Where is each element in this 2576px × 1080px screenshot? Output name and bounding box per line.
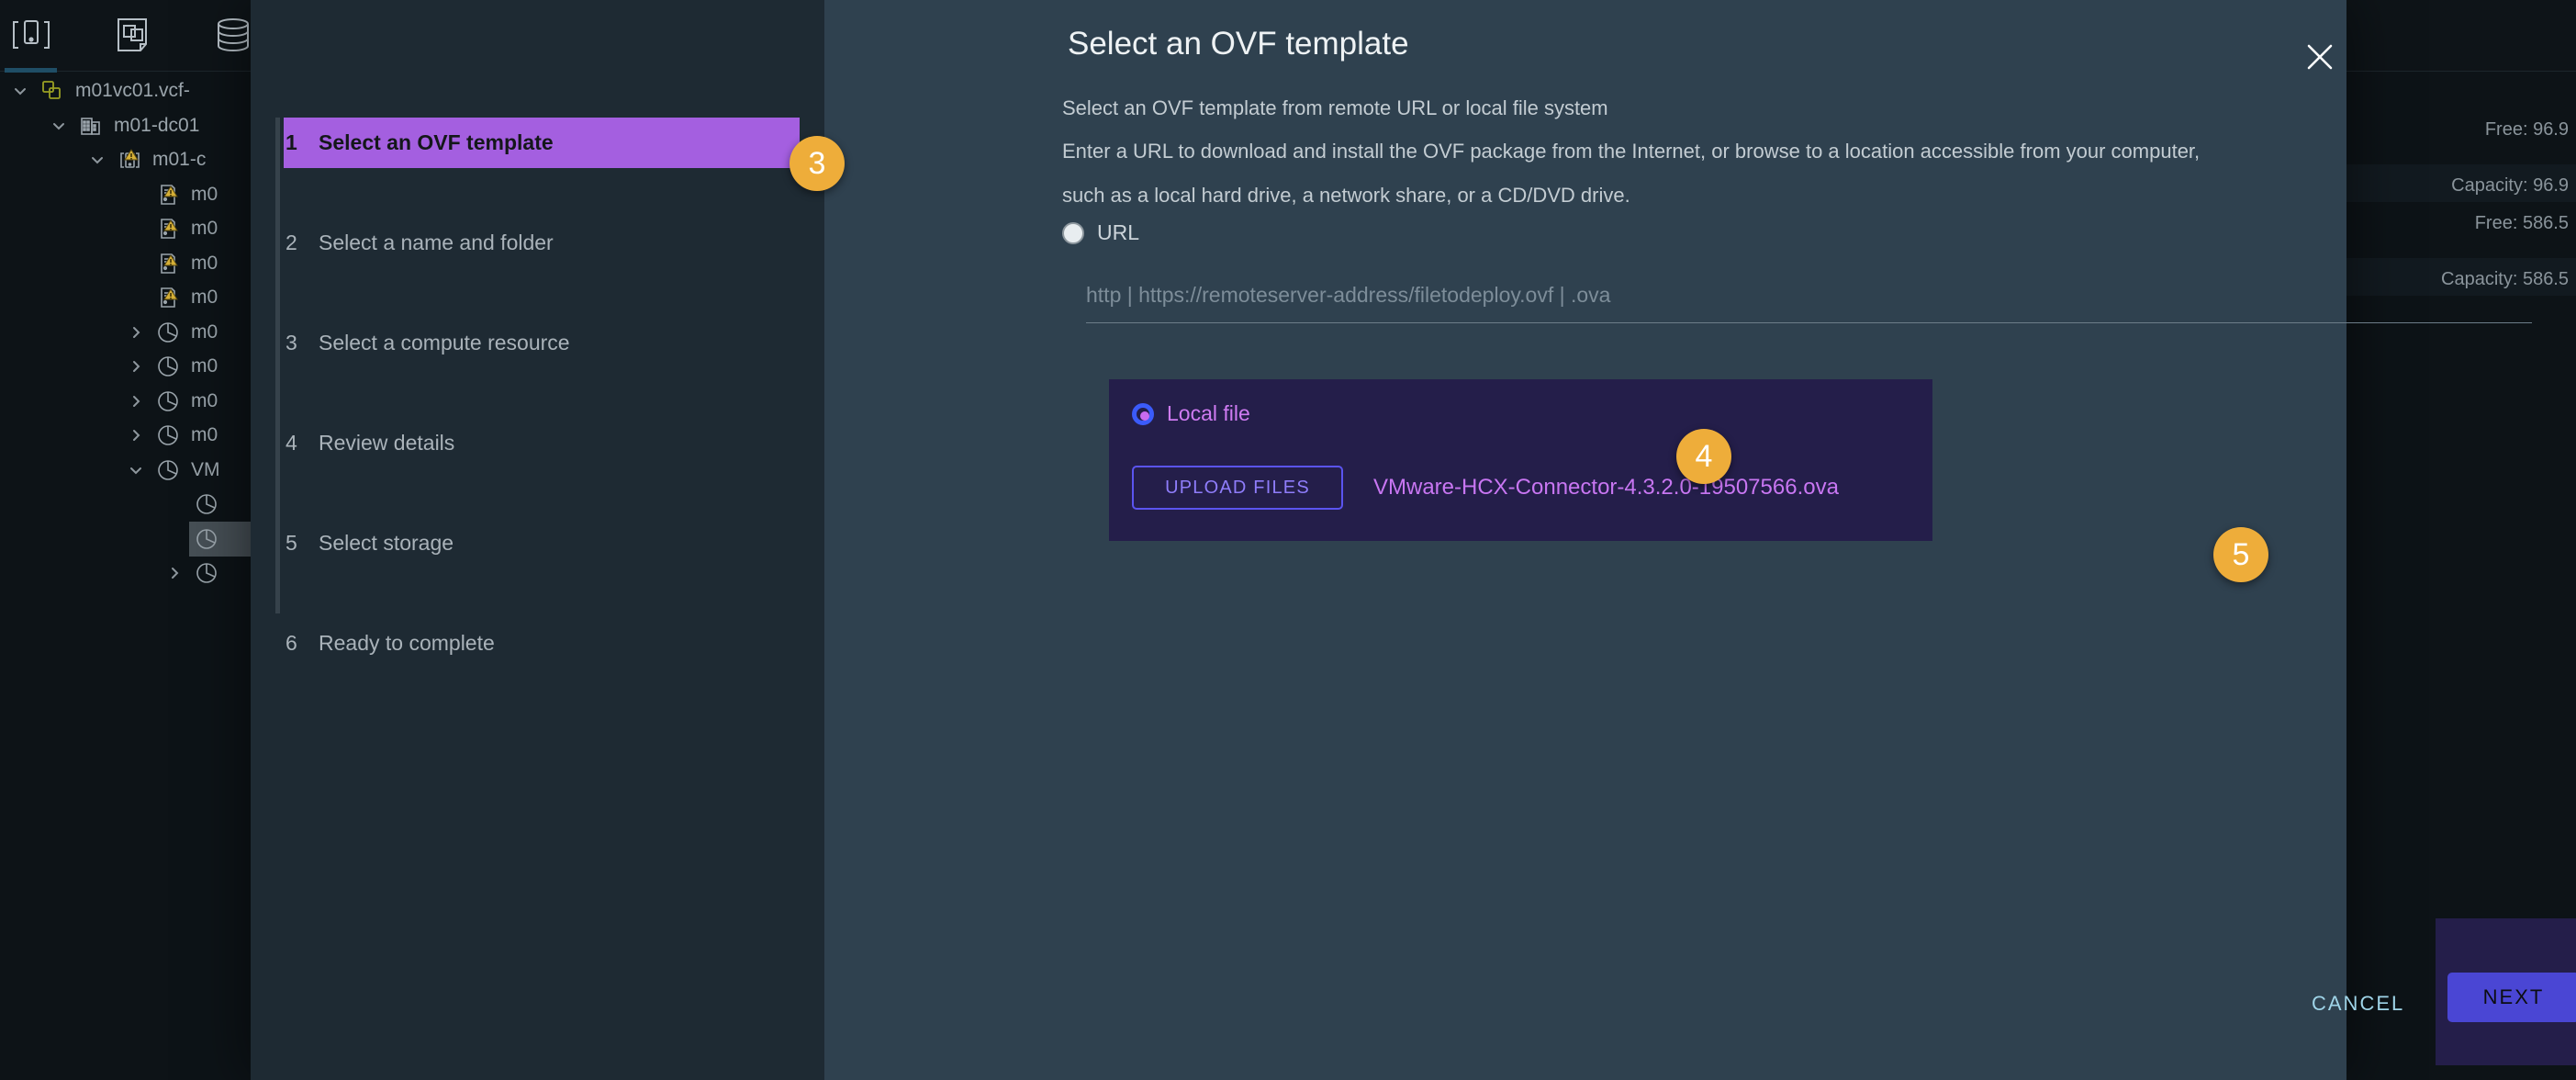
vm-icon <box>154 422 182 449</box>
url-radio-label: URL <box>1097 220 1140 244</box>
chevron-down-icon[interactable] <box>50 117 68 135</box>
url-radio-icon[interactable] <box>1062 221 1084 244</box>
chevron-down-icon[interactable] <box>11 82 29 100</box>
steps-rail <box>275 118 280 613</box>
wizard-step-label: Select storage <box>319 531 454 555</box>
capacity-value: Capacity: 96.9 <box>2451 175 2569 196</box>
wizard-steps-panel: 1 Select an OVF template 2 Select a name an… <box>251 0 824 1080</box>
vm-icon <box>154 353 182 380</box>
annotation-badge-4: 4 <box>1676 429 1731 484</box>
chevron-right-icon[interactable] <box>127 357 145 376</box>
upload-files-button[interactable]: UPLOAD FILES <box>1132 466 1343 510</box>
wizard-step-2[interactable]: 2 Select a name and folder <box>284 218 800 268</box>
wizard-step-4[interactable]: 4 Review details <box>284 418 800 468</box>
vm-icon <box>193 559 220 587</box>
wizard-step-number: 1 <box>286 130 297 154</box>
capacity-value: Free: 96.9 <box>2484 119 2569 140</box>
deploy-ovf-template-dialog: Deploy OVF Template 1Select an OVF templ… <box>251 0 2576 1080</box>
tree-item-label: VM <box>191 458 220 480</box>
wizard-content-panel: Select an OVF template Select an OVF tem… <box>824 0 2576 1080</box>
wizard-step-1[interactable]: 1 Select an OVF template <box>284 118 800 168</box>
local-file-radio-option[interactable]: Local file <box>1132 401 1250 426</box>
tree-item-label: m01-dc01 <box>114 114 200 136</box>
active-tab-underline <box>5 68 57 73</box>
capacity-value: Free: 586.5 <box>2474 213 2569 233</box>
page-title: Select an OVF template <box>1068 26 1409 62</box>
local-file-radio-label: Local file <box>1167 401 1250 425</box>
chevron-down-icon[interactable] <box>127 461 145 479</box>
url-input-placeholder: http | https://remoteserver-address/file… <box>1086 283 1611 307</box>
vms-and-templates-icon[interactable] <box>108 13 156 57</box>
wizard-step-5[interactable]: 5 Select storage <box>284 518 800 568</box>
url-radio-option[interactable]: URL <box>1062 220 1139 245</box>
host-warning-icon <box>154 215 182 242</box>
vm-icon <box>193 490 220 518</box>
chevron-right-icon[interactable] <box>127 392 145 411</box>
description-line-2: Enter a URL to download and install the … <box>1062 140 2201 163</box>
wizard-step-number: 4 <box>286 431 297 455</box>
wizard-step-label: Ready to complete <box>319 631 495 655</box>
url-input[interactable]: http | https://remoteserver-address/file… <box>1086 276 2532 323</box>
wizard-step-number: 2 <box>286 231 297 254</box>
chevron-right-icon[interactable] <box>127 426 145 444</box>
tree-item-label: m0 <box>191 321 218 343</box>
tree-item-label: m0 <box>191 218 218 239</box>
vm-icon <box>154 456 182 484</box>
wizard-step-number: 6 <box>286 631 297 655</box>
tree-item-label: m01vc01.vcf- <box>75 80 190 101</box>
cancel-button[interactable]: CANCEL <box>2312 992 2404 1016</box>
description-line-3: such as a local hard drive, a network sh… <box>1062 184 1630 207</box>
description-line-1: Select an OVF template from remote URL o… <box>1062 96 1608 119</box>
wizard-step-3[interactable]: 3 Select a compute resource <box>284 318 800 368</box>
wizard-step-label: Select a name and folder <box>319 231 554 254</box>
tree-item-label: m01-c <box>152 149 207 170</box>
cluster-warning-icon <box>116 146 143 174</box>
tree-item-label: m0 <box>191 252 218 274</box>
selected-file-name: VMware-HCX-Connector-4.3.2.0-19507566.ov… <box>1373 475 1839 500</box>
tree-item-label: m0 <box>191 355 218 377</box>
tree-item-label: m0 <box>191 183 218 205</box>
tree-item-label: m0 <box>191 287 218 308</box>
wizard-step-label: Select a compute resource <box>319 331 570 354</box>
tree-item-label: m0 <box>191 424 218 445</box>
local-file-highlight-box: Local file UPLOAD FILES VMware-HCX-Conne… <box>1109 379 1932 541</box>
wizard-step-number: 3 <box>286 331 297 354</box>
wizard-step-label: Select an OVF template <box>319 130 554 154</box>
wizard-step-label: Review details <box>319 431 455 455</box>
chevron-down-icon[interactable] <box>88 151 106 169</box>
vm-icon <box>154 319 182 346</box>
local-file-radio-icon[interactable] <box>1132 402 1154 425</box>
wizard-step-number: 5 <box>286 531 297 555</box>
tree-item-label: m0 <box>191 389 218 411</box>
host-warning-icon <box>154 181 182 208</box>
host-warning-icon <box>154 284 182 311</box>
next-button[interactable]: NEXT <box>2447 973 2576 1022</box>
vm-icon <box>154 388 182 415</box>
annotation-badge-5: 5 <box>2213 527 2268 582</box>
chevron-right-icon[interactable] <box>165 564 184 582</box>
wizard-step-6[interactable]: 6 Ready to complete <box>284 618 800 669</box>
vcenter-icon <box>39 77 66 105</box>
host-warning-icon <box>154 250 182 277</box>
vm-icon <box>193 525 220 553</box>
datacenter-icon <box>77 112 105 140</box>
chevron-right-icon[interactable] <box>127 323 145 342</box>
annotation-badge-3: 3 <box>790 136 845 191</box>
hosts-and-clusters-icon[interactable] <box>7 13 55 57</box>
